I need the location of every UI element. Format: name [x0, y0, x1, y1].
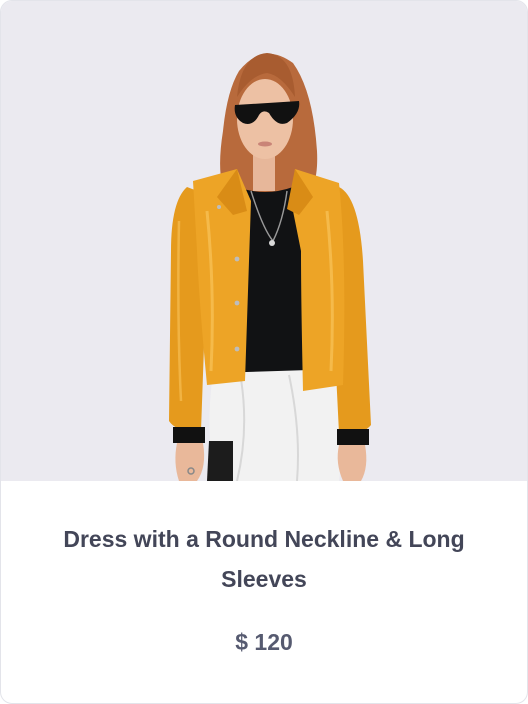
product-price: $ 120: [235, 629, 293, 655]
product-info: Dress with a Round Neckline & Long Sleev…: [1, 481, 527, 703]
product-card[interactable]: Dress with a Round Neckline & Long Sleev…: [0, 0, 528, 704]
model-illustration: [169, 53, 371, 481]
product-title[interactable]: Dress with a Round Neckline & Long Sleev…: [61, 519, 467, 599]
product-image[interactable]: [1, 1, 527, 481]
